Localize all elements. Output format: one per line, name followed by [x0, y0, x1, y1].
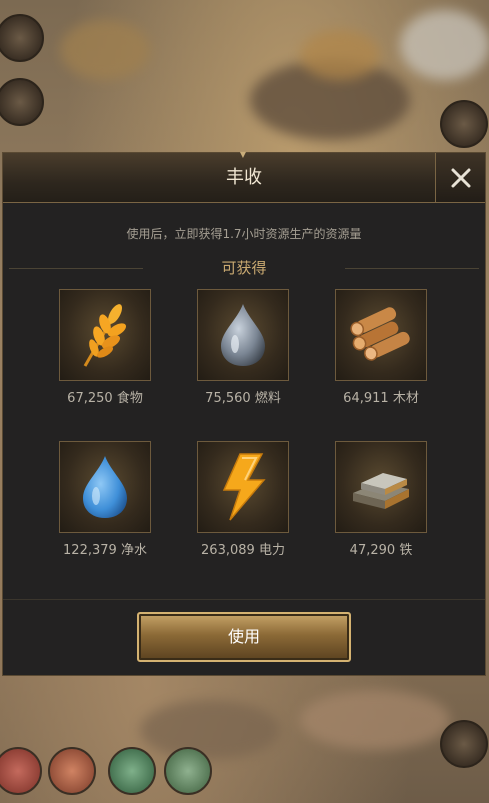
reward-tile[interactable] [197, 441, 289, 533]
reward-amount: 64,911 木材 [343, 391, 419, 406]
bottom-button-4[interactable] [164, 747, 212, 795]
side-menu-button-1[interactable] [0, 14, 44, 62]
reward-iron: 47,290 铁 [321, 441, 441, 558]
dialog-title: 丰收 [226, 167, 262, 188]
iron-ingot-icon [353, 473, 409, 509]
reward-tile[interactable] [335, 289, 427, 381]
oil-drop-icon [221, 304, 265, 366]
reward-tile[interactable] [59, 289, 151, 381]
reward-fuel: 75,560 燃料 [183, 289, 303, 406]
reward-amount: 67,250 食物 [67, 391, 143, 406]
reward-tile[interactable] [59, 441, 151, 533]
bottom-button-3[interactable] [108, 747, 156, 795]
dialog-description: 使用后，立即获得1.7小时资源生产的资源量 [126, 227, 362, 241]
reward-tile[interactable] [335, 441, 427, 533]
reward-tile[interactable] [197, 289, 289, 381]
rewards-subheader: 可获得 [3, 257, 485, 279]
harvest-dialog: ▼ 丰收 使用后，立即获得1.7小时资源生产的资源量 可获得 67,250 食物… [2, 151, 486, 676]
reward-amount: 263,089 电力 [201, 543, 285, 558]
water-drop-icon [83, 456, 127, 518]
wheat-icon [83, 304, 127, 367]
reward-power: 263,089 电力 [183, 441, 303, 558]
wood-logs-icon [350, 307, 410, 361]
footer-divider [3, 599, 485, 600]
close-icon [451, 168, 470, 187]
bottom-button-1[interactable] [0, 747, 42, 795]
reward-amount: 47,290 铁 [349, 543, 413, 558]
side-menu-button-3[interactable] [440, 100, 488, 148]
side-menu-button-2[interactable] [0, 78, 44, 126]
use-button[interactable]: 使用 [137, 612, 351, 662]
subheader-label: 可获得 [221, 259, 267, 277]
lightning-icon [222, 453, 266, 521]
close-button[interactable] [435, 153, 485, 202]
reward-amount: 122,379 净水 [63, 543, 147, 558]
reward-wood: 64,911 木材 [321, 289, 441, 406]
bottom-button-2[interactable] [48, 747, 96, 795]
reward-amount: 75,560 燃料 [205, 391, 281, 406]
side-menu-button-4[interactable] [440, 720, 488, 768]
reward-water: 122,379 净水 [45, 441, 165, 558]
reward-food: 67,250 食物 [45, 289, 165, 406]
title-bar: ▼ 丰收 [3, 151, 485, 203]
